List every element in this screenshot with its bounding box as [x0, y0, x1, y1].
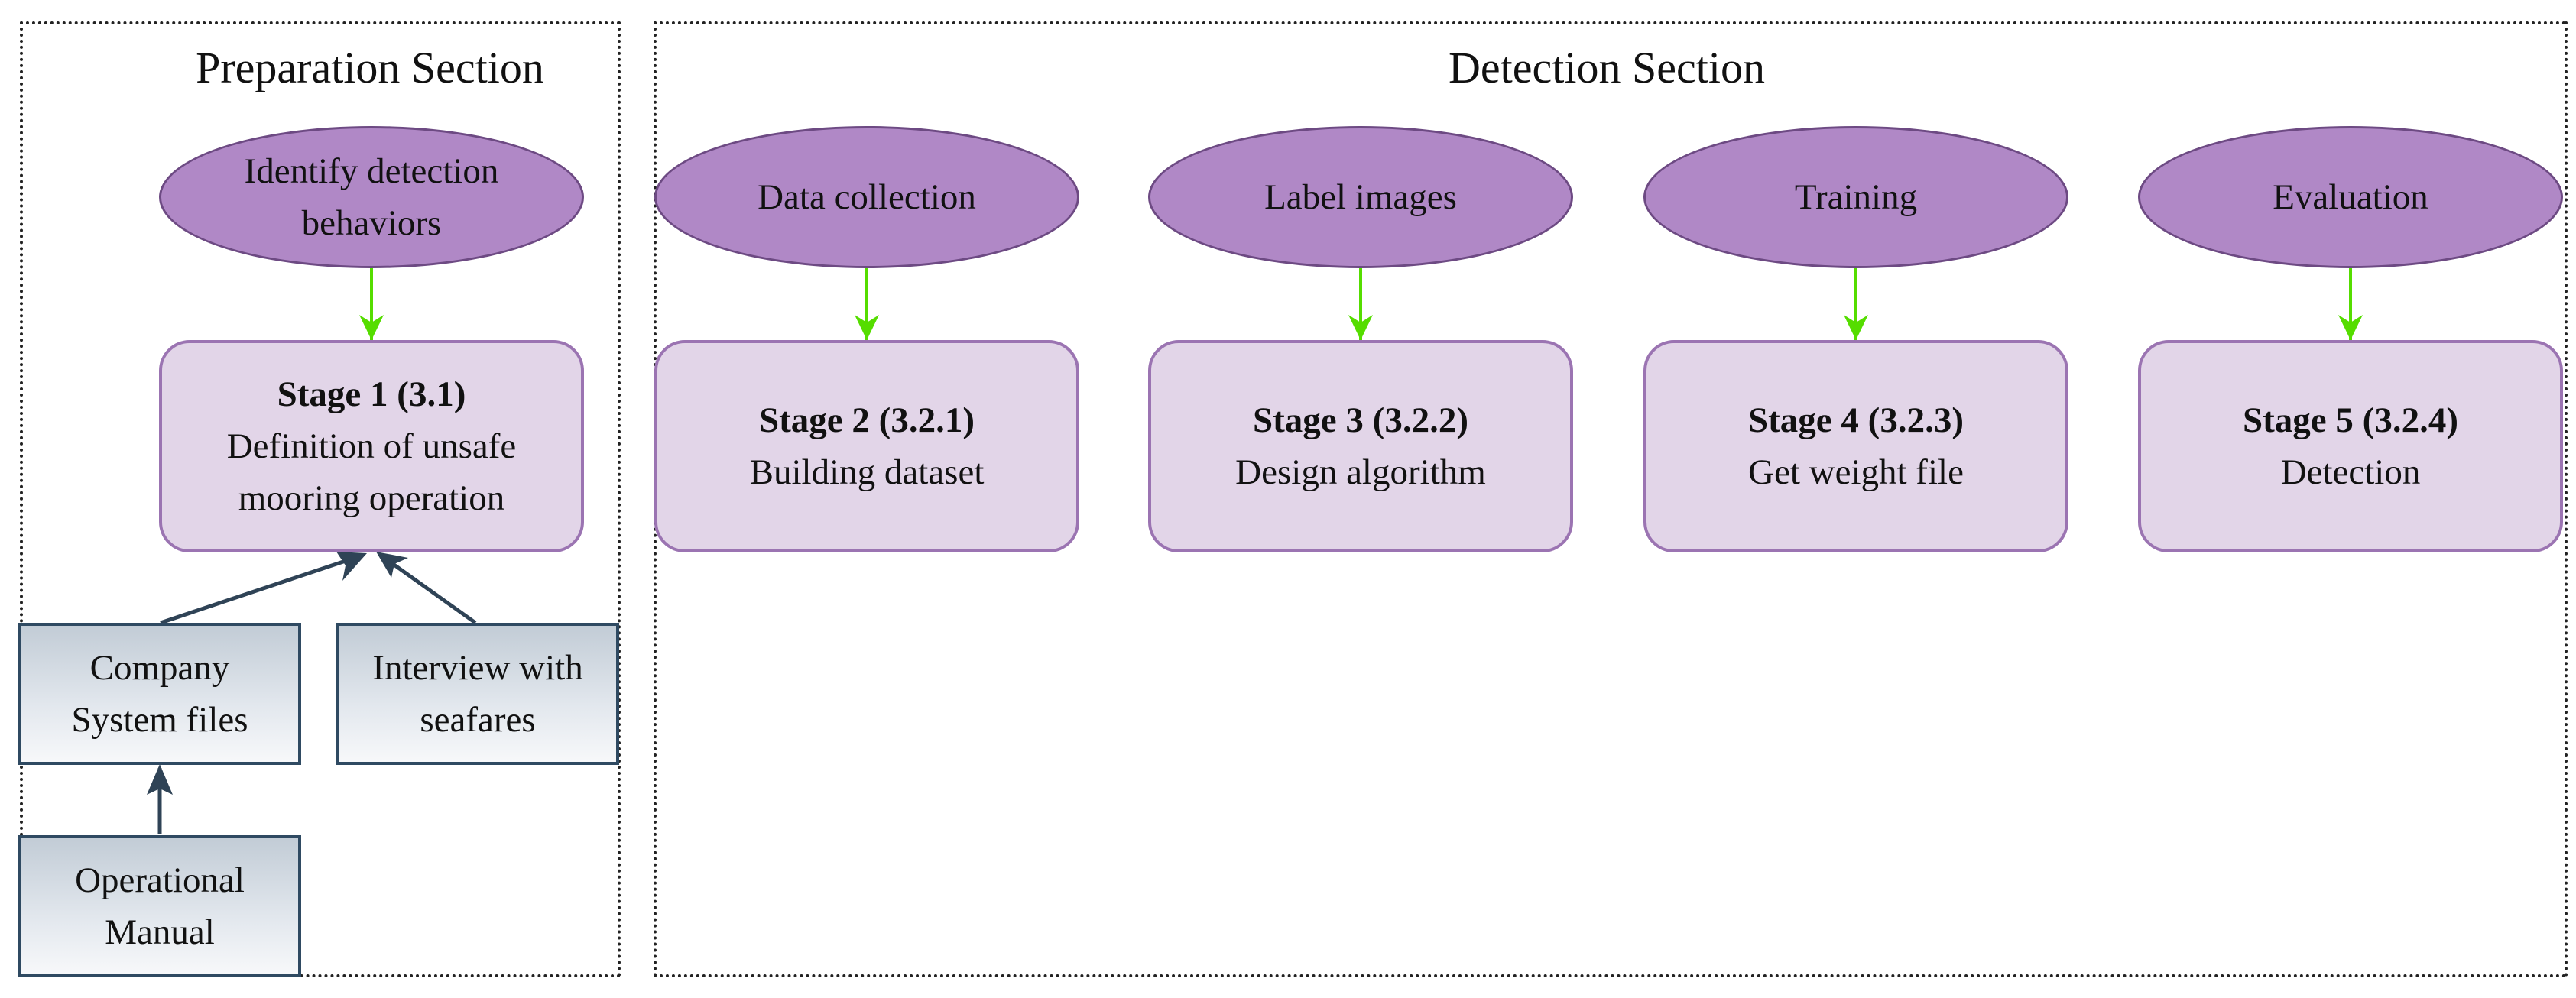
interview-seafarers-box: Interview with seafares: [336, 623, 619, 765]
stage-desc: Detection: [2280, 452, 2421, 492]
stage-title: Stage 2 (3.2.1): [759, 400, 975, 440]
operational-manual-box: Operational Manual: [18, 835, 301, 977]
source-text-line: System files: [71, 700, 248, 740]
stage-desc: Get weight file: [1748, 452, 1964, 492]
source-text-line: Company: [89, 648, 230, 688]
stage-title: Stage 1 (3.1): [277, 374, 466, 414]
source-text-line: seafares: [420, 700, 536, 740]
source-text-line: Operational: [75, 860, 245, 900]
ellipse-text: Data collection: [758, 177, 976, 217]
stage-desc: Building dataset: [749, 452, 985, 492]
stage-title: Stage 4 (3.2.3): [1748, 400, 1964, 440]
stage-5-box: Stage 5 (3.2.4) Detection: [2138, 340, 2563, 552]
ellipse-text: Label images: [1264, 177, 1457, 217]
detection-section-title: Detection Section: [1449, 43, 1765, 92]
stage-3-box: Stage 3 (3.2.2) Design algorithm: [1148, 340, 1573, 552]
stage-desc: Design algorithm: [1235, 452, 1486, 492]
ellipse-text: Training: [1794, 177, 1918, 217]
stage-title: Stage 5 (3.2.4): [2243, 400, 2458, 440]
company-system-files-box: Company System files: [18, 623, 301, 765]
stage-desc-line: Definition of unsafe: [226, 426, 517, 466]
stage-title: Stage 3 (3.2.2): [1253, 400, 1468, 440]
stage-4-box: Stage 4 (3.2.3) Get weight file: [1643, 340, 2068, 552]
preparation-section-title: Preparation Section: [196, 43, 544, 92]
source-text-line: Manual: [105, 912, 215, 952]
source-text-line: Interview with: [372, 648, 583, 688]
data-collection-ellipse: Data collection: [654, 126, 1079, 268]
stage-desc-line: mooring operation: [238, 478, 505, 518]
ellipse-text: Evaluation: [2273, 177, 2428, 217]
stage-1-box: Stage 1 (3.1) Definition of unsafe moori…: [159, 340, 584, 552]
stage-2-box: Stage 2 (3.2.1) Building dataset: [654, 340, 1079, 552]
ellipse-text-line: Identify detection: [244, 151, 499, 191]
identify-behaviors-ellipse: Identify detection behaviors: [159, 126, 584, 268]
training-ellipse: Training: [1643, 126, 2068, 268]
label-images-ellipse: Label images: [1148, 126, 1573, 268]
evaluation-ellipse: Evaluation: [2138, 126, 2563, 268]
ellipse-text-line: behaviors: [301, 203, 442, 243]
